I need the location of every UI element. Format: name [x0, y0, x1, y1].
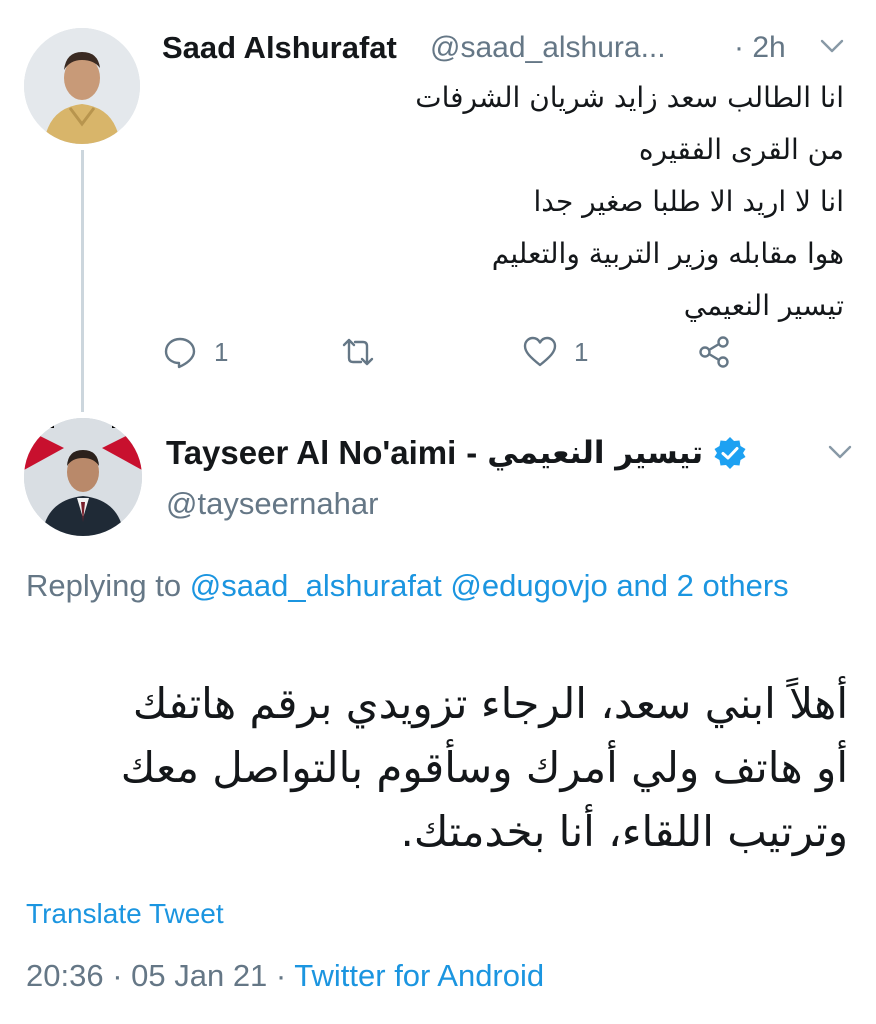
author-name[interactable]: Tayseer Al No'aimi	[166, 434, 456, 472]
avatar-image	[24, 28, 140, 144]
tweet-time[interactable]: · 2h	[734, 31, 786, 65]
heart-icon	[523, 336, 557, 367]
thread-connector-line	[81, 150, 84, 412]
reply-icon	[164, 337, 196, 369]
name-separator: -	[466, 434, 478, 471]
verified-badge-icon	[714, 437, 746, 469]
reply-count: 1	[214, 336, 229, 367]
retweet-icon	[342, 338, 374, 366]
tweet-actions: 1 1	[162, 330, 762, 374]
like-button[interactable]: 1	[522, 330, 588, 374]
share-button[interactable]	[696, 330, 732, 374]
chevron-down-icon[interactable]	[826, 442, 854, 462]
author-name-arabic[interactable]: تيسير النعيمي	[487, 435, 703, 471]
retweet-button[interactable]	[340, 330, 376, 374]
tweet-text-line: تيسير النعيمي	[683, 289, 844, 322]
tweet-text-line: انا الطالب سعد زايد شريان الشرفات	[415, 81, 844, 114]
avatar-tayseer[interactable]	[24, 418, 142, 536]
replying-prefix: Replying to	[26, 568, 182, 603]
tweet-text: انا الطالب سعد زايد شريان الشرفات من الق…	[164, 72, 844, 332]
reply-button[interactable]: 1	[162, 330, 228, 374]
tweet-timestamp: 20:36 · 05 Jan 21 ·	[26, 958, 287, 993]
tweet-text-line: وترتيب اللقاء، أنا بخدمتك.	[400, 807, 848, 856]
share-icon	[699, 336, 729, 368]
avatar-image	[24, 418, 142, 536]
tweet-text: أهلاً ابني سعد، الرجاء تزويدي برقم هاتفك…	[28, 672, 848, 864]
author-handle[interactable]: @tayseernahar	[166, 486, 378, 522]
replying-to-users-link[interactable]: @saad_alshurafat @edugovjo and 2 others	[190, 568, 789, 603]
tweet-text-line: أهلاً ابني سعد، الرجاء تزويدي برقم هاتفك	[132, 679, 848, 728]
translate-tweet-link[interactable]: Translate Tweet	[26, 898, 224, 930]
tweet-text-line: انا لا اريد الا طلبا صغير جدا	[533, 185, 844, 218]
avatar-saad[interactable]	[24, 28, 140, 144]
author-handle[interactable]: @saad_alshura...	[430, 31, 666, 65]
chevron-down-icon[interactable]	[818, 36, 846, 56]
tweet-metadata: 20:36 · 05 Jan 21 · Twitter for Android	[26, 958, 544, 994]
like-count: 1	[574, 336, 589, 367]
author-name[interactable]: Saad Alshurafat	[162, 30, 397, 66]
replying-to: Replying to @saad_alshurafat @edugovjo a…	[26, 560, 846, 612]
tweet-text-line: هوا مقابله وزير التربية والتعليم	[491, 237, 844, 270]
tweet-text-line: من القرى الفقيره	[638, 133, 844, 166]
tweet-text-line: أو هاتف ولي أمرك وسأقوم بالتواصل معك	[120, 743, 848, 792]
tweet-source-link[interactable]: Twitter for Android	[294, 958, 544, 993]
